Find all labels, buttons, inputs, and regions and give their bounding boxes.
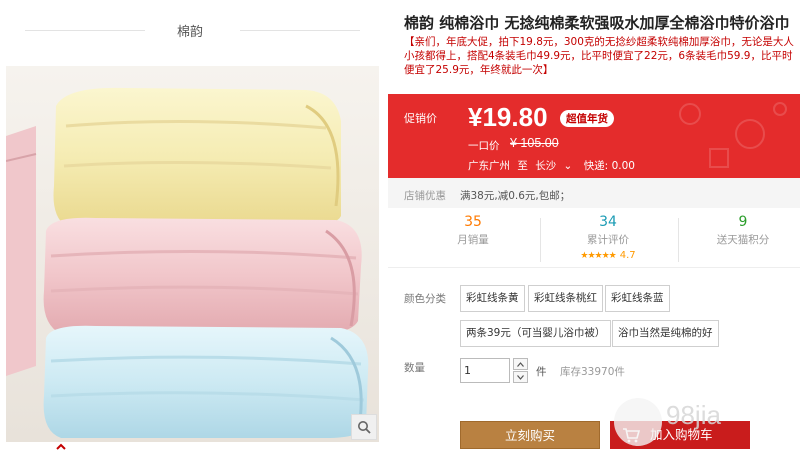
add-to-cart-button[interactable]: 加入购物车 bbox=[610, 421, 750, 449]
cart-icon bbox=[623, 428, 640, 443]
rating-value: 4.7 bbox=[619, 250, 636, 261]
quantity-label: 数量 bbox=[404, 362, 425, 374]
option-two-pack[interactable]: 两条39元（可当婴儿浴巾被） bbox=[460, 320, 612, 347]
option-rainbow-yellow[interactable]: 彩虹线条黄 bbox=[460, 285, 525, 312]
ship-fee: 快递: 0.00 bbox=[583, 160, 635, 172]
quantity-increase[interactable] bbox=[513, 358, 528, 370]
ship-to: 长沙 bbox=[535, 160, 557, 172]
ship-to-word: 至 bbox=[517, 160, 528, 172]
gallery-panel: 棉韵 bbox=[0, 0, 388, 455]
points-label: 送天猫积分 bbox=[716, 234, 770, 246]
monthly-sales-value: 35 bbox=[464, 214, 482, 230]
price-panel: 促销价 ¥19.80 超值年货 一口价 ¥ 105.00 广东广州 至 长沙 ⌄… bbox=[388, 94, 800, 178]
chevron-down-icon: ⌄ bbox=[563, 160, 573, 172]
store-promo-text: 满38元,减0.6元,包邮； bbox=[460, 190, 571, 202]
buy-now-button[interactable]: 立刻购买 bbox=[460, 421, 600, 449]
quantity-decrease[interactable] bbox=[513, 371, 528, 383]
brand-header: 棉韵 bbox=[20, 14, 360, 48]
quantity-unit: 件 bbox=[536, 366, 547, 378]
store-promo-label: 店铺优惠 bbox=[404, 190, 446, 202]
star-rating-icon: ★★★★★ bbox=[580, 251, 616, 261]
product-title: 棉韵 纯棉浴巾 无捻纯棉柔软强吸水加厚全棉浴巾特价浴巾 bbox=[404, 14, 790, 32]
ship-to-select[interactable]: 长沙 ⌄ bbox=[535, 160, 576, 172]
promo-price: ¥19.80 bbox=[468, 102, 548, 132]
stock-count: 库存33970件 bbox=[560, 366, 625, 378]
review-rating: ★★★★★ 4.7 bbox=[543, 247, 673, 261]
reviews-label: 累计评价 bbox=[587, 234, 629, 246]
product-description: 【亲们，年底大促，拍下19.8元，300克的无捻纱超柔软纯棉加厚浴巾，无论是大人… bbox=[404, 36, 794, 76]
product-info-panel: 棉韵 纯棉浴巾 无捻纯棉柔软强吸水加厚全棉浴巾特价浴巾 【亲们，年底大促，拍下1… bbox=[388, 0, 800, 455]
chevron-up-small-icon bbox=[517, 361, 524, 367]
stat-points: 9 送天猫积分 bbox=[678, 214, 800, 247]
option-rainbow-blue[interactable]: 彩虹线条蓝 bbox=[605, 285, 670, 312]
deal-badge: 超值年货 bbox=[560, 110, 614, 127]
color-options-label: 颜色分类 bbox=[404, 293, 446, 305]
divider bbox=[540, 218, 541, 262]
zoom-button[interactable] bbox=[351, 414, 377, 440]
option-pure-cotton[interactable]: 浴巾当然是纯棉的好 bbox=[612, 320, 719, 347]
search-icon bbox=[358, 421, 371, 434]
stat-reviews[interactable]: 34 累计评价 ★★★★★ 4.7 bbox=[543, 214, 673, 261]
add-to-cart-label: 加入购物车 bbox=[650, 427, 713, 442]
ship-from: 广东广州 bbox=[468, 160, 510, 172]
decorative-pattern bbox=[679, 102, 787, 168]
stats-bar: 35 月销量 34 累计评价 ★★★★★ 4.7 9 送天猫积分 bbox=[388, 210, 800, 268]
original-price-label: 一口价 bbox=[468, 140, 500, 152]
product-main-image[interactable] bbox=[6, 66, 379, 442]
promo-price-label: 促销价 bbox=[404, 112, 437, 125]
stat-monthly-sales: 35 月销量 bbox=[408, 214, 538, 247]
divider bbox=[240, 30, 360, 31]
original-price: ¥ 105.00 bbox=[510, 136, 559, 150]
points-value: 9 bbox=[738, 214, 748, 230]
towel-stack-illustration bbox=[6, 66, 379, 442]
quantity-input[interactable] bbox=[460, 358, 510, 383]
store-promo: 店铺优惠 满38元,减0.6元,包邮； bbox=[388, 178, 800, 208]
chevron-down-small-icon bbox=[517, 374, 524, 380]
shipping-row: 广东广州 至 长沙 ⌄ 快递: 0.00 bbox=[468, 158, 639, 173]
monthly-sales-label: 月销量 bbox=[457, 234, 489, 246]
reviews-value: 34 bbox=[599, 214, 617, 230]
chevron-up-icon[interactable] bbox=[56, 442, 66, 452]
option-rainbow-peach[interactable]: 彩虹线条桃红 bbox=[528, 285, 603, 312]
